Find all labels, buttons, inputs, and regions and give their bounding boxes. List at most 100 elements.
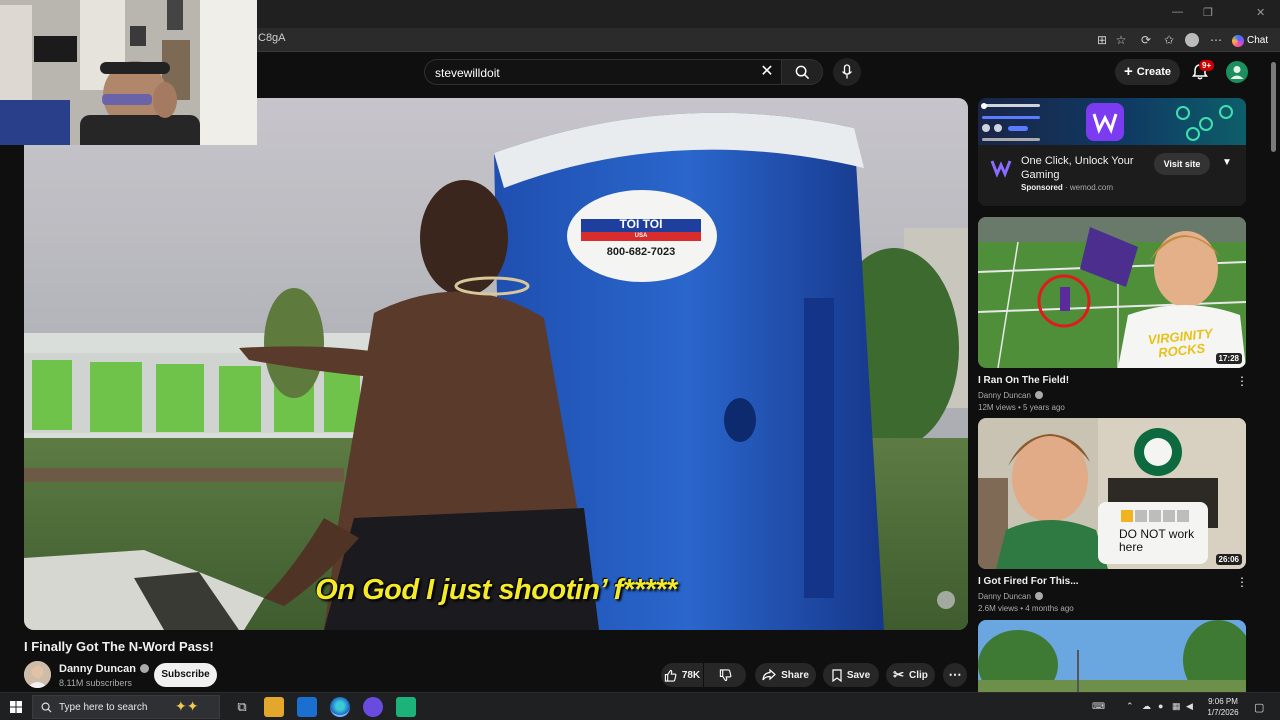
clip-button[interactable]: ✂ Clip	[886, 663, 935, 687]
favorite-star-icon[interactable]: ☆	[1114, 33, 1128, 47]
subscribe-button[interactable]: Subscribe	[154, 663, 217, 687]
channel-avatar[interactable]	[24, 661, 51, 688]
related-channel-name-1[interactable]: Danny Duncan	[978, 391, 1031, 400]
windows-taskbar: Type here to search ✦✦ ⧉ ⌨ ⌃ ☁ ● ▦ ◀ 9:0…	[0, 692, 1280, 720]
user-icon	[1230, 66, 1244, 79]
duration-badge-2: 26:06	[1215, 554, 1242, 565]
more-options-icon[interactable]: ⋯	[1209, 33, 1223, 47]
related-menu-icon-2[interactable]: ⋮	[1236, 575, 1248, 589]
discord-icon[interactable]	[363, 697, 383, 717]
related-thumbnail-3[interactable]	[978, 620, 1246, 692]
clip-label: Clip	[909, 669, 928, 681]
related-channel-name-2[interactable]: Danny Duncan	[978, 592, 1031, 601]
tray-chevron-up-icon[interactable]: ⌃	[1126, 701, 1134, 712]
keyboard-icon[interactable]: ⌨	[1092, 701, 1105, 712]
save-label: Save	[846, 669, 871, 681]
visit-site-button[interactable]: Visit site	[1154, 153, 1210, 175]
wemod-logo-icon	[990, 160, 1012, 178]
chevron-down-icon[interactable]: ▼	[1222, 157, 1232, 168]
verified-icon	[140, 664, 150, 673]
duration-badge-1: 17:28	[1215, 353, 1242, 364]
scissors-icon: ✂	[893, 667, 904, 682]
dislike-button[interactable]	[704, 663, 746, 687]
share-button[interactable]: Share	[755, 663, 816, 687]
taskbar-search-placeholder[interactable]: Type here to search	[59, 702, 147, 713]
windows-start-icon[interactable]	[10, 701, 22, 713]
microphone-tray-icon[interactable]: ●	[1158, 701, 1163, 711]
copilot-chat-button[interactable]: Chat	[1232, 32, 1276, 49]
more-horizontal-icon: ⋯	[948, 667, 962, 682]
onedrive-icon[interactable]: ☁	[1142, 701, 1151, 712]
search-box[interactable]: stevewilldoit ✕	[424, 59, 781, 85]
create-button[interactable]: + Create	[1115, 59, 1180, 85]
related-thumbnail-2[interactable]: DO NOT work here 26:06	[978, 418, 1246, 569]
task-view-icon[interactable]: ⧉	[232, 697, 252, 717]
voice-search-button[interactable]	[833, 58, 861, 86]
more-actions-button[interactable]: ⋯	[943, 663, 967, 687]
ad-banner-image	[981, 103, 1233, 141]
outlook-icon[interactable]	[297, 697, 317, 717]
minimize-icon[interactable]: —	[1172, 6, 1183, 18]
sparkle-icon: ✦✦	[175, 698, 199, 714]
related-meta-2: 2.6M views • 4 months ago	[978, 604, 1074, 613]
network-icon[interactable]: ▦	[1172, 701, 1181, 712]
url-text[interactable]: C8gA	[258, 32, 286, 44]
like-count: 78K	[681, 669, 701, 681]
related-thumbnail-image-2	[978, 418, 1246, 569]
restore-icon[interactable]: ❐	[1203, 6, 1213, 19]
notification-center-icon[interactable]: ▢	[1254, 701, 1264, 714]
taskbar-clock[interactable]: 9:06 PM 1/7/2026	[1200, 696, 1246, 718]
like-button[interactable]: 78K	[661, 663, 703, 687]
create-label: Create	[1136, 66, 1171, 78]
video-player[interactable]: TOI TOI USA 800-682-7023 On God I just s…	[24, 98, 968, 630]
thumbs-up-icon	[664, 669, 677, 682]
verified-icon	[1034, 592, 1043, 600]
edge-icon[interactable]	[330, 697, 350, 717]
related-title-2[interactable]: I Got Fired For This...	[978, 576, 1079, 587]
bookmark-icon	[832, 668, 842, 682]
file-explorer-icon[interactable]	[264, 697, 284, 717]
related-meta-1: 12M views • 5 years ago	[978, 403, 1065, 412]
search-button[interactable]	[781, 59, 823, 85]
plus-icon: +	[1123, 63, 1133, 80]
extensions-icon[interactable]: ⟳	[1139, 33, 1153, 47]
copilot-icon	[1232, 34, 1244, 47]
account-avatar[interactable]	[1226, 61, 1248, 83]
chat-label: Chat	[1247, 35, 1269, 46]
ad-card[interactable]: One Click, Unlock Your Gaming Sponsored …	[978, 98, 1246, 206]
ad-body: One Click, Unlock Your Gaming Sponsored …	[978, 145, 1246, 206]
taskbar-search[interactable]: Type here to search ✦✦	[32, 695, 220, 719]
streaming-app-icon[interactable]	[396, 697, 416, 717]
scrollbar-thumb[interactable]	[1271, 62, 1276, 152]
related-channel-1[interactable]: Danny Duncan	[978, 390, 1043, 400]
thumbnail-sign-text-2: DO NOT work here	[1119, 527, 1195, 554]
channel-name-text[interactable]: Danny Duncan	[59, 663, 136, 675]
notification-badge: 9+	[1199, 60, 1215, 71]
related-menu-icon-1[interactable]: ⋮	[1236, 374, 1248, 388]
related-channel-2[interactable]: Danny Duncan	[978, 591, 1043, 601]
related-thumbnail-1[interactable]: VIRGINITY ROCKS 17:28	[978, 217, 1246, 368]
microphone-icon	[841, 64, 853, 79]
share-label: Share	[781, 669, 809, 681]
taskbar-search-icon	[41, 702, 52, 713]
search-input[interactable]: stevewilldoit	[435, 66, 500, 80]
verified-icon	[1034, 391, 1043, 399]
webcam-feed-image	[0, 0, 257, 145]
ad-domain: wemod.com	[1069, 183, 1114, 192]
related-title-1[interactable]: I Ran On The Field!	[978, 375, 1069, 386]
profile-icon[interactable]	[1185, 33, 1199, 47]
volume-icon[interactable]: ◀	[1186, 701, 1193, 712]
subscriber-count: 8.11M subscribers	[59, 678, 132, 688]
channel-name[interactable]: Danny Duncan	[59, 663, 150, 675]
save-button[interactable]: Save	[823, 663, 879, 687]
toilet-brand: TOI TOI	[619, 217, 663, 231]
favorites-icon[interactable]: ✩	[1162, 33, 1176, 47]
close-window-icon[interactable]: ✕	[1256, 6, 1265, 19]
video-frame-image	[24, 98, 968, 630]
app-available-icon[interactable]: ⊞	[1095, 33, 1109, 47]
sponsored-label: Sponsored	[1021, 183, 1063, 192]
clear-search-icon[interactable]: ✕	[757, 62, 777, 82]
video-caption: On God I just shootin’ f*****	[315, 574, 677, 606]
ad-title[interactable]: One Click, Unlock Your Gaming	[1021, 154, 1141, 182]
ad-banner[interactable]	[978, 98, 1246, 145]
